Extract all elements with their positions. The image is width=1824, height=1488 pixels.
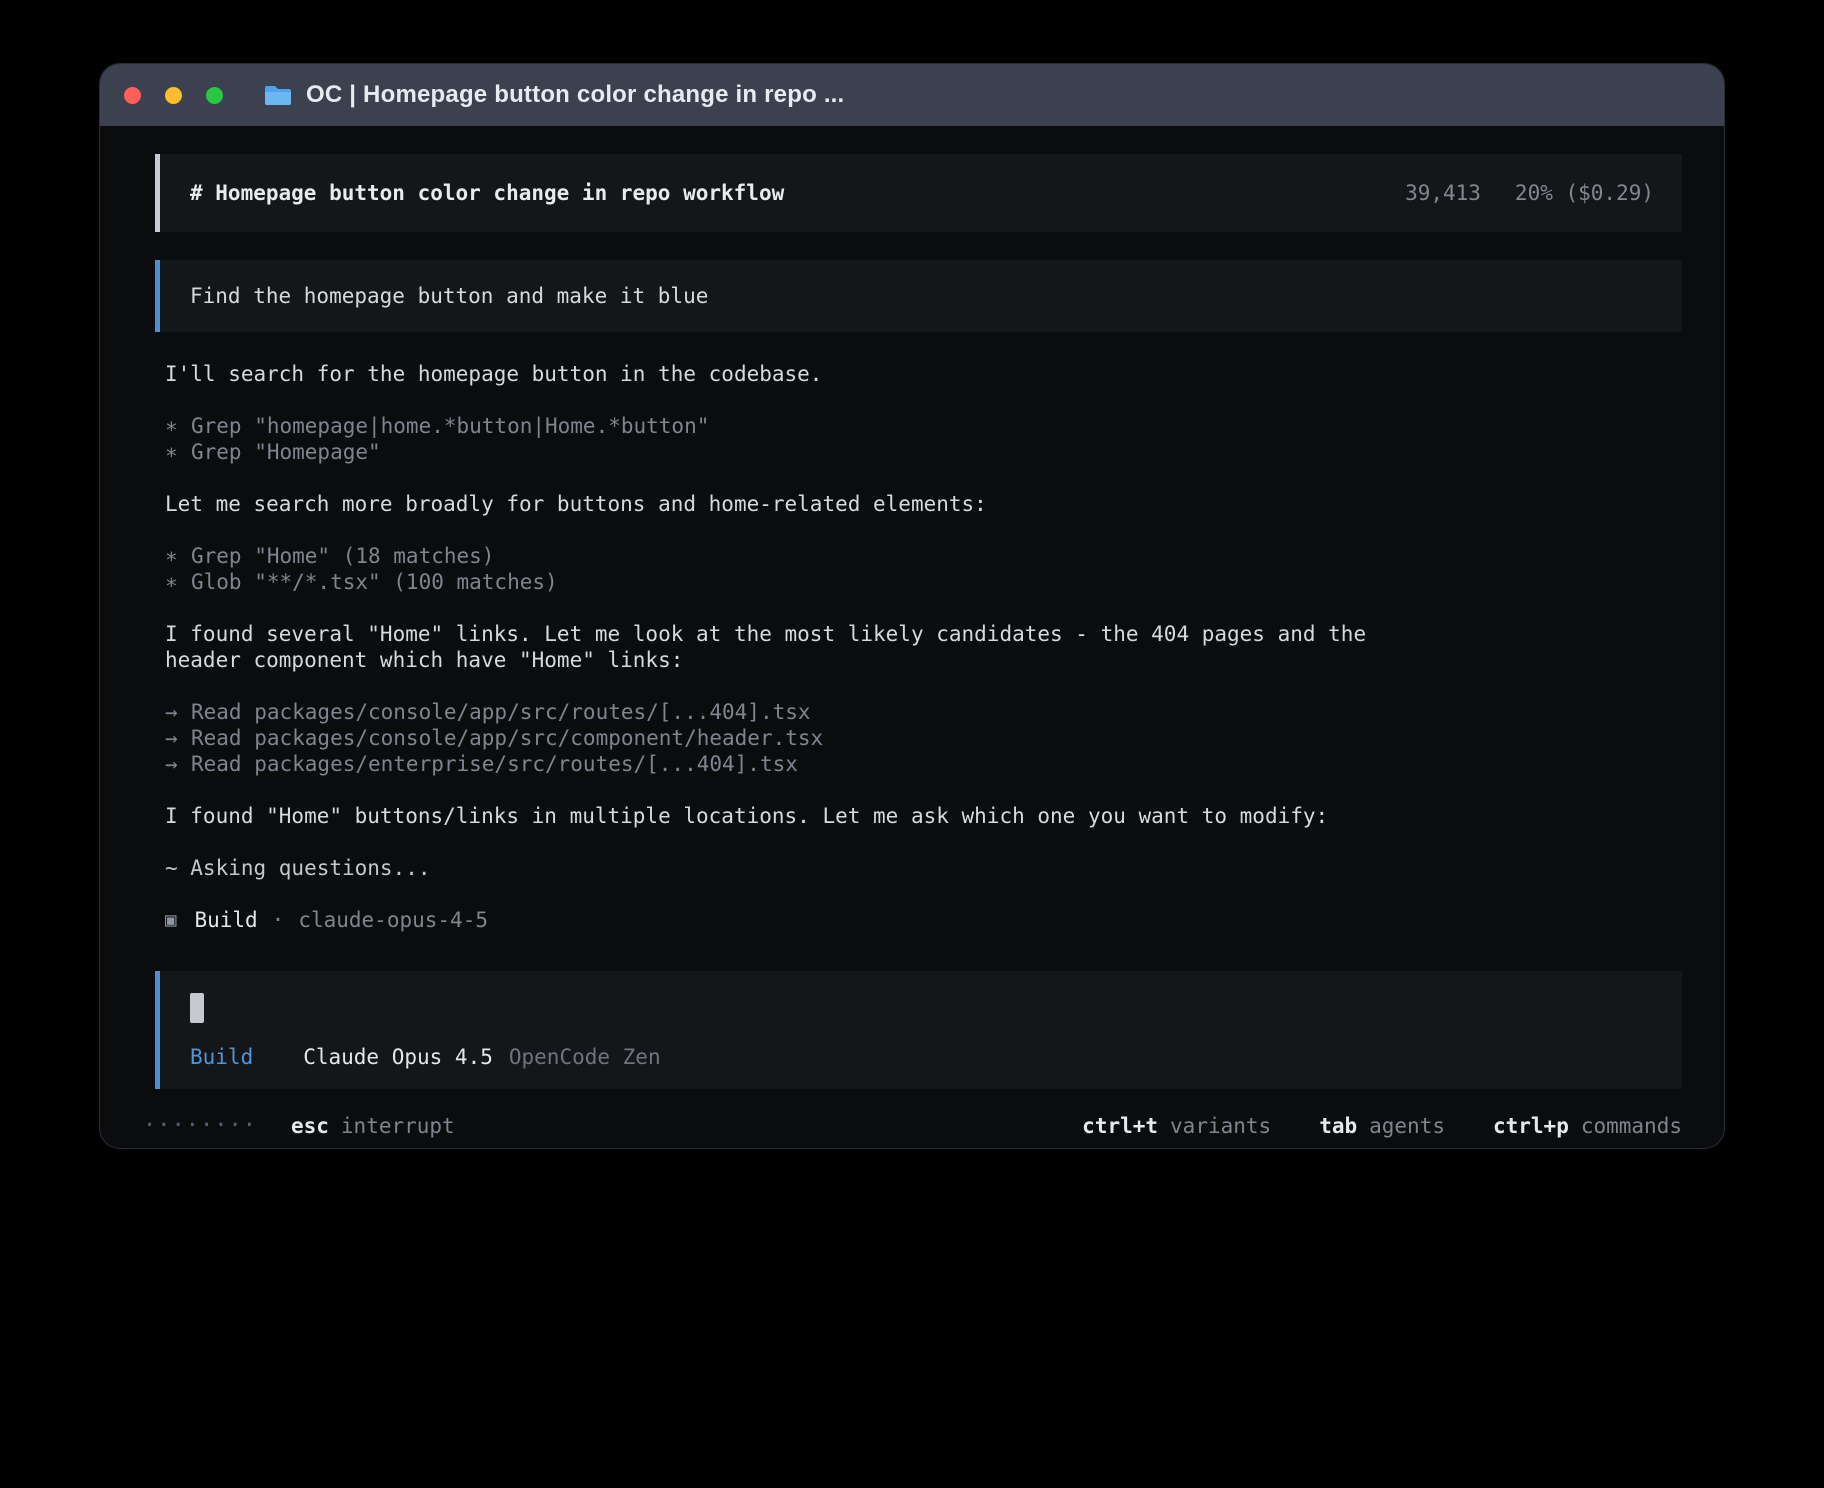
spinner-dots: ········	[143, 1113, 257, 1139]
zoom-button[interactable]	[206, 87, 223, 104]
assistant-text: Let me search more broadly for buttons a…	[165, 491, 1445, 517]
status-right: ctrl+tvariants tabagents ctrl+pcommands	[1034, 1113, 1682, 1139]
asterisk-icon: ∗	[165, 543, 191, 569]
tool-call-text: Grep "homepage|home.*button|Home.*button…	[191, 414, 709, 438]
status-left: ········ esc interrupt	[143, 1113, 455, 1139]
tool-call-glob: ∗Glob "**/*.tsx" (100 matches)	[165, 569, 1445, 595]
minimize-button[interactable]	[165, 87, 182, 104]
tool-call-text: Grep "Home" (18 matches)	[191, 544, 494, 568]
assistant-text: I'll search for the homepage button in t…	[165, 361, 1445, 387]
terminal-window: OC | Homepage button color change in rep…	[100, 64, 1724, 1148]
input-meta-row: Build Claude Opus 4.5 OpenCode Zen	[190, 1045, 1652, 1069]
assistant-text: I found "Home" buttons/links in multiple…	[165, 803, 1445, 829]
session-content: # Homepage button color change in repo w…	[100, 126, 1724, 1139]
tool-call-read: →Read packages/enterprise/src/routes/[..…	[165, 751, 1445, 777]
shortcut-commands: ctrl+pcommands	[1493, 1113, 1682, 1139]
tool-call-text: Read packages/console/app/src/component/…	[191, 726, 823, 750]
assistant-text: I found several "Home" links. Let me loo…	[165, 621, 1445, 673]
window-controls	[124, 87, 223, 104]
close-button[interactable]	[124, 87, 141, 104]
tool-call-text: Read packages/enterprise/src/routes/[...…	[191, 752, 798, 776]
user-message-text: Find the homepage button and make it blu…	[190, 284, 708, 308]
esc-key-hint: esc	[291, 1113, 329, 1139]
asterisk-icon: ∗	[165, 413, 191, 439]
provider-label: OpenCode Zen	[509, 1045, 661, 1069]
window-title: OC | Homepage button color change in rep…	[306, 81, 844, 109]
agent-status-row: ▣ Build · claude-opus-4-5	[165, 907, 1445, 933]
tool-call-group: ∗Grep "homepage|home.*button|Home.*butto…	[165, 413, 1445, 465]
tool-call-read: →Read packages/console/app/src/component…	[165, 725, 1445, 751]
user-message: Find the homepage button and make it blu…	[155, 260, 1682, 332]
asking-questions-status: ~ Asking questions...	[165, 855, 1445, 881]
session-header: # Homepage button color change in repo w…	[155, 154, 1682, 232]
assistant-transcript: I'll search for the homepage button in t…	[165, 361, 1445, 959]
agent-model: claude-opus-4-5	[298, 907, 488, 933]
tool-call-group: →Read packages/console/app/src/routes/[.…	[165, 699, 1445, 777]
agent-name: Build	[194, 907, 257, 933]
esc-key-label: interrupt	[341, 1113, 455, 1139]
status-bar: ········ esc interrupt ctrl+tvariants ta…	[143, 1113, 1682, 1139]
agent-mode-label[interactable]: Build	[190, 1045, 253, 1069]
tool-call-text: Read packages/console/app/src/routes/[..…	[191, 700, 811, 724]
model-label[interactable]: Claude Opus 4.5	[303, 1045, 493, 1069]
arrow-right-icon: →	[165, 699, 191, 725]
folder-icon	[263, 83, 293, 107]
token-count: 39,413	[1405, 181, 1481, 205]
tool-call-grep: ∗Grep "Homepage"	[165, 439, 1445, 465]
dot-separator: ·	[272, 907, 285, 933]
tool-call-grep: ∗Grep "homepage|home.*button|Home.*butto…	[165, 413, 1445, 439]
tool-call-text: Grep "Homepage"	[191, 440, 381, 464]
tool-call-read: →Read packages/console/app/src/routes/[.…	[165, 699, 1445, 725]
arrow-right-icon: →	[165, 725, 191, 751]
window-title-group: OC | Homepage button color change in rep…	[263, 81, 844, 109]
tool-call-grep: ∗Grep "Home" (18 matches)	[165, 543, 1445, 569]
session-stats: 39,413 20% ($0.29)	[1405, 181, 1654, 205]
asterisk-icon: ∗	[165, 569, 191, 595]
tool-call-group: ∗Grep "Home" (18 matches) ∗Glob "**/*.ts…	[165, 543, 1445, 595]
agent-square-icon: ▣	[165, 907, 176, 933]
tool-call-text: Glob "**/*.tsx" (100 matches)	[191, 570, 558, 594]
prompt-input[interactable]: Build Claude Opus 4.5 OpenCode Zen	[155, 971, 1682, 1089]
shortcut-variants: ctrl+tvariants	[1082, 1113, 1271, 1139]
arrow-right-icon: →	[165, 751, 191, 777]
shortcut-agents: tabagents	[1319, 1113, 1445, 1139]
context-usage: 20% ($0.29)	[1515, 181, 1654, 205]
window-titlebar: OC | Homepage button color change in rep…	[100, 64, 1724, 126]
asterisk-icon: ∗	[165, 439, 191, 465]
session-title: # Homepage button color change in repo w…	[190, 181, 784, 205]
text-cursor	[190, 993, 204, 1023]
